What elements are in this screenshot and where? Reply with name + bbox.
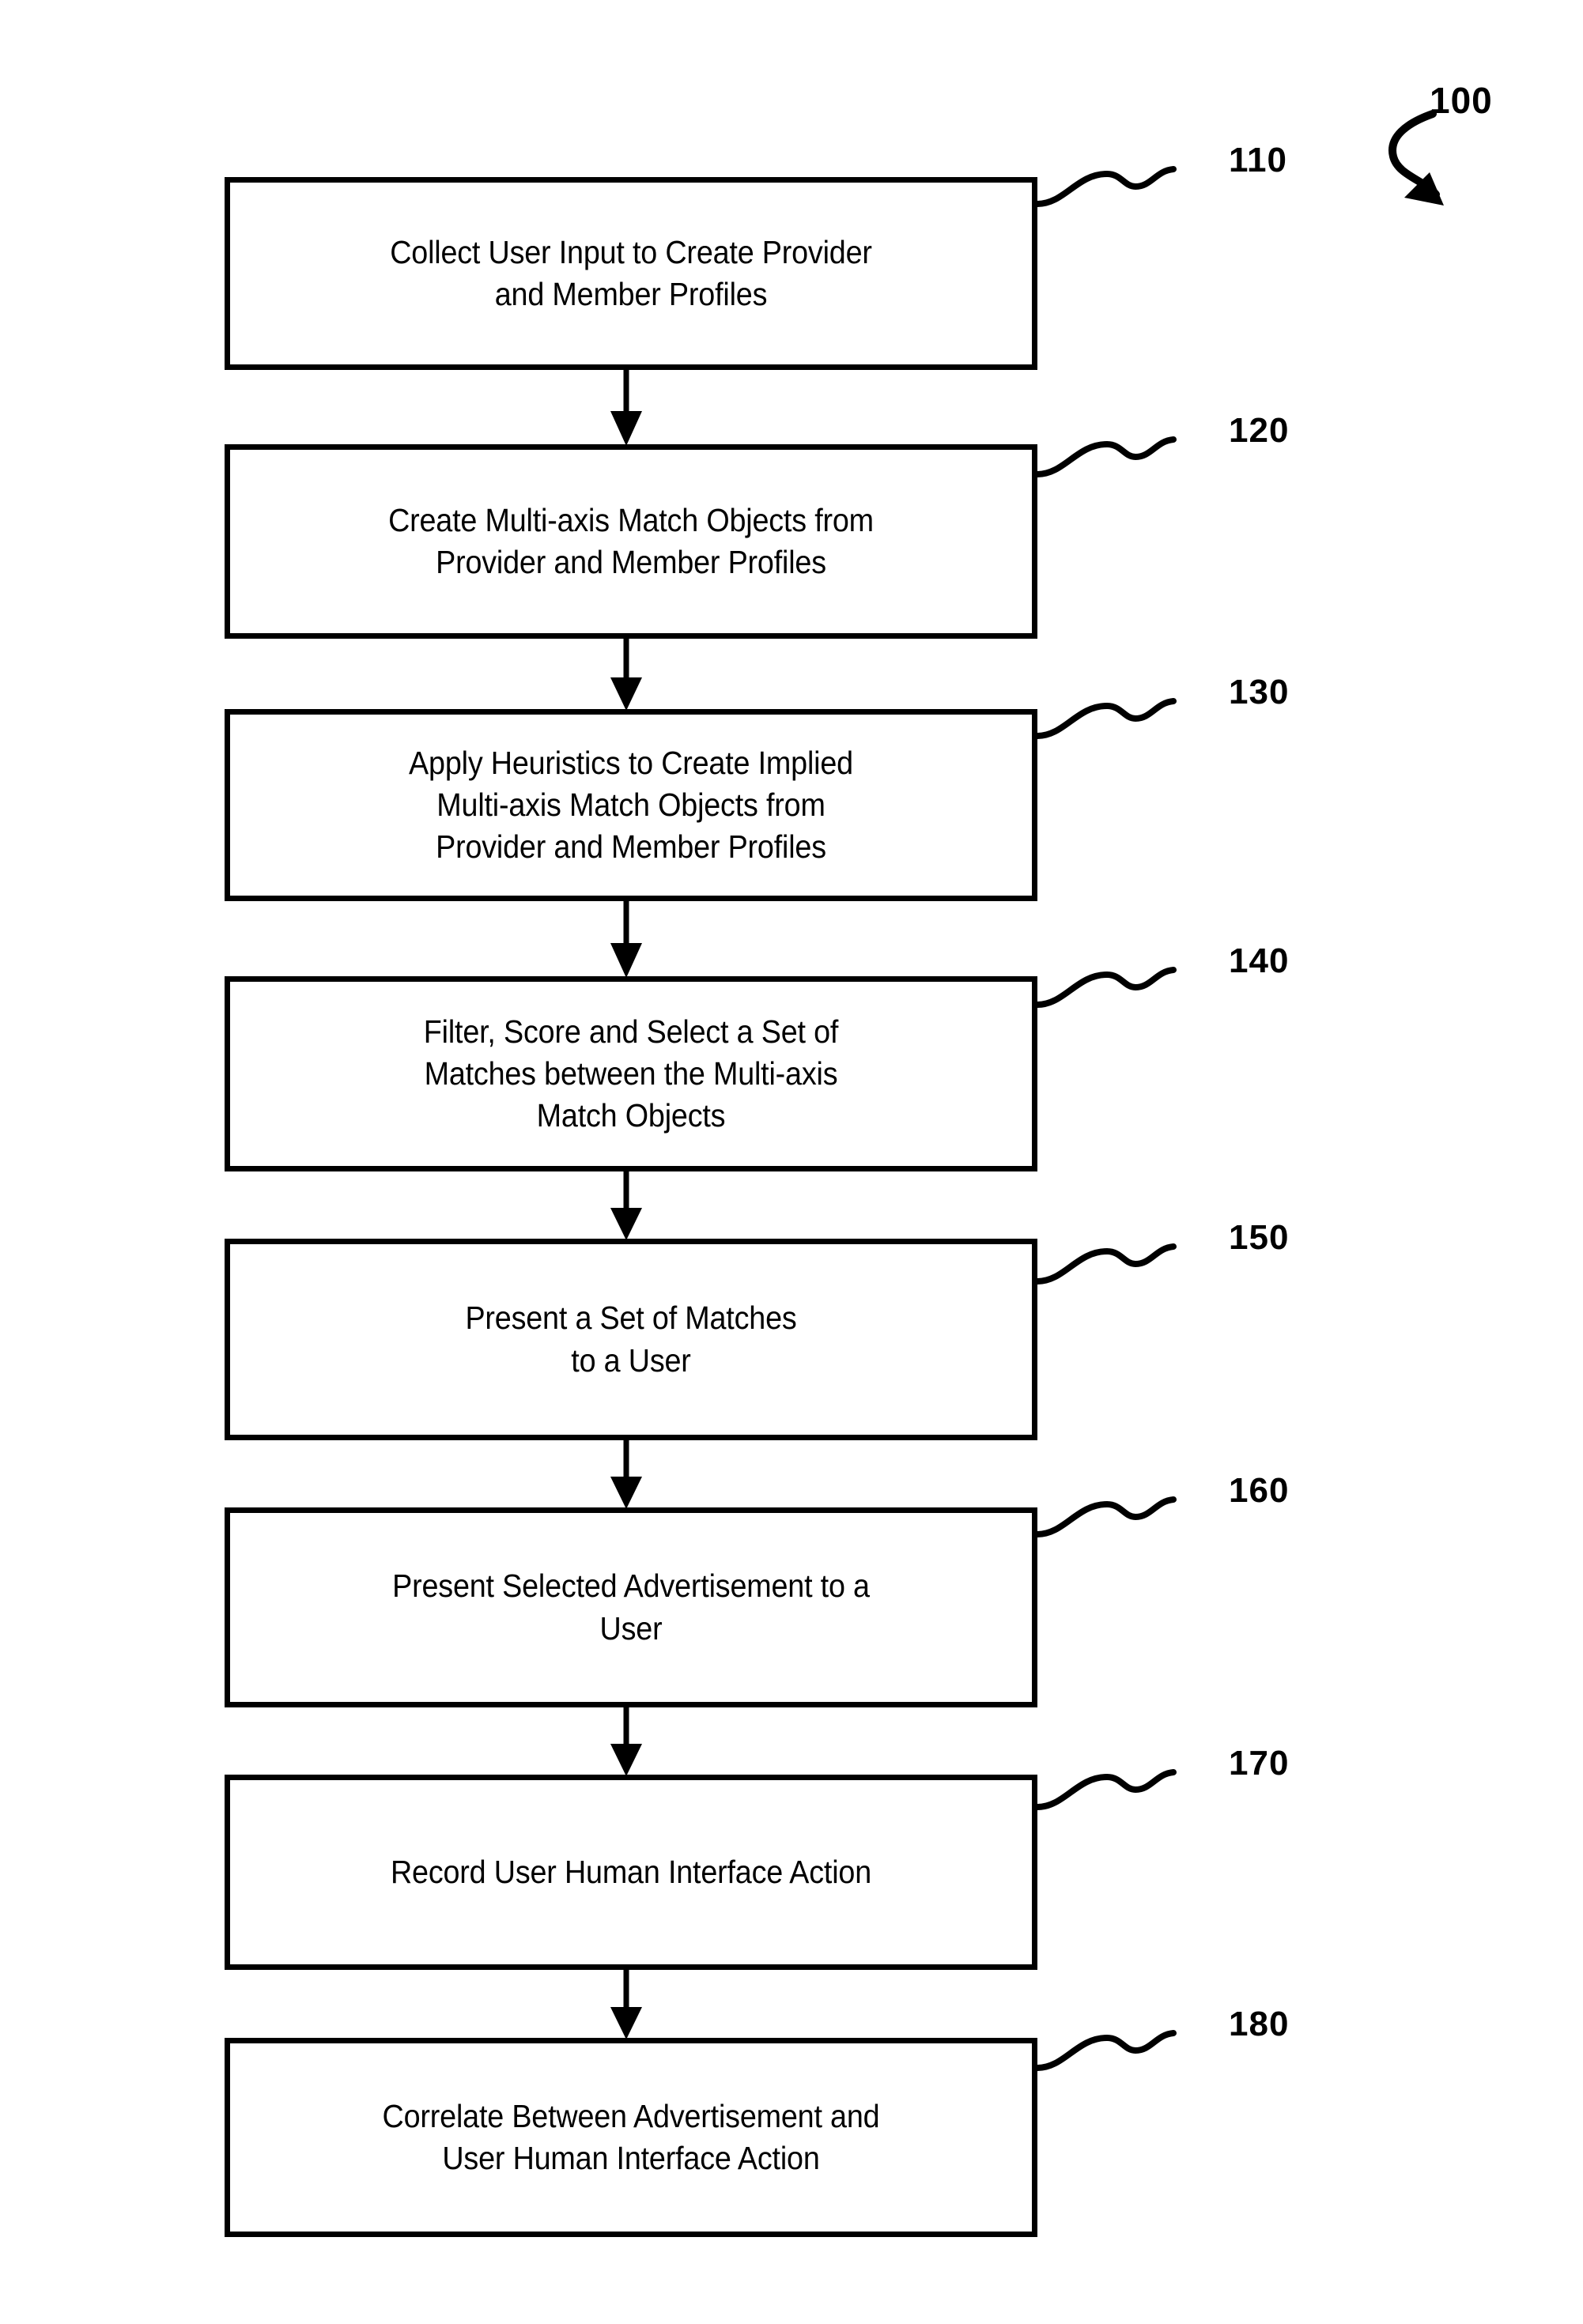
process-box-180-label: Correlate Between Advertisement and User… [382, 2097, 880, 2176]
flow-arrow-110-to-120 [599, 368, 654, 446]
leader-line-squiggle-icon [1034, 436, 1177, 477]
flow-arrow-140-to-150 [599, 1170, 654, 1240]
leader-line-squiggle-icon [1034, 698, 1177, 739]
reference-callout-110: 110 [1033, 136, 1365, 231]
reference-callout-160: 160 [1033, 1466, 1365, 1561]
process-box-110-label: Collect User Input to Create Provider an… [390, 233, 872, 312]
process-box-120: Create Multi-axis Match Objects from Pro… [225, 444, 1037, 639]
process-box-160-label: Present Selected Advertisement to a User [392, 1568, 870, 1647]
process-box-110: Collect User Input to Create Provider an… [225, 177, 1037, 370]
reference-number-160: 160 [1229, 1471, 1290, 1510]
figure-number-100: 100 [1430, 80, 1493, 121]
flow-arrow-160-to-170 [599, 1706, 654, 1776]
reference-callout-170: 170 [1033, 1739, 1365, 1834]
process-box-150: Present a Set of Matches to a User [225, 1239, 1037, 1440]
reference-callout-130: 130 [1033, 668, 1365, 763]
patent-flowchart-figure: Collect User Input to Create Provider an… [0, 0, 1583, 2324]
reference-number-130: 130 [1229, 673, 1290, 711]
flow-arrow-170-to-180 [599, 1968, 654, 2039]
reference-number-120: 120 [1229, 411, 1290, 450]
figure-number-callout-100: 100 [1336, 79, 1583, 253]
process-box-150-label: Present a Set of Matches to a User [465, 1300, 797, 1379]
reference-number-170: 170 [1229, 1744, 1290, 1783]
reference-number-140: 140 [1229, 941, 1290, 980]
leader-line-squiggle-icon [1034, 1496, 1177, 1537]
leader-line-squiggle-icon [1034, 2030, 1177, 2071]
reference-callout-140: 140 [1033, 937, 1365, 1032]
flow-arrow-130-to-140 [599, 900, 654, 978]
reference-number-180: 180 [1229, 2005, 1290, 2043]
process-box-170-label: Record User Human Interface Action [390, 1853, 872, 1890]
process-box-170: Record User Human Interface Action [225, 1775, 1037, 1970]
reference-number-150: 150 [1229, 1218, 1290, 1257]
leader-line-squiggle-icon [1034, 967, 1177, 1008]
process-box-140-label: Filter, Score and Select a Set of Matche… [423, 1013, 839, 1134]
process-box-130-label: Apply Heuristics to Create Implied Multi… [409, 744, 853, 866]
reference-callout-120: 120 [1033, 406, 1365, 501]
leader-line-squiggle-icon [1034, 166, 1177, 207]
leader-line-squiggle-icon [1034, 1243, 1177, 1285]
process-box-160: Present Selected Advertisement to a User [225, 1507, 1037, 1707]
process-box-140: Filter, Score and Select a Set of Matche… [225, 976, 1037, 1171]
process-box-120-label: Create Multi-axis Match Objects from Pro… [388, 501, 874, 580]
flow-arrow-120-to-130 [599, 637, 654, 711]
reference-callout-150: 150 [1033, 1213, 1365, 1308]
reference-callout-180: 180 [1033, 2000, 1365, 2095]
flow-arrow-150-to-160 [599, 1439, 654, 1509]
reference-number-110: 110 [1229, 141, 1287, 179]
process-box-180: Correlate Between Advertisement and User… [225, 2038, 1037, 2237]
process-box-130: Apply Heuristics to Create Implied Multi… [225, 709, 1037, 901]
leader-line-squiggle-icon [1034, 1769, 1177, 1810]
